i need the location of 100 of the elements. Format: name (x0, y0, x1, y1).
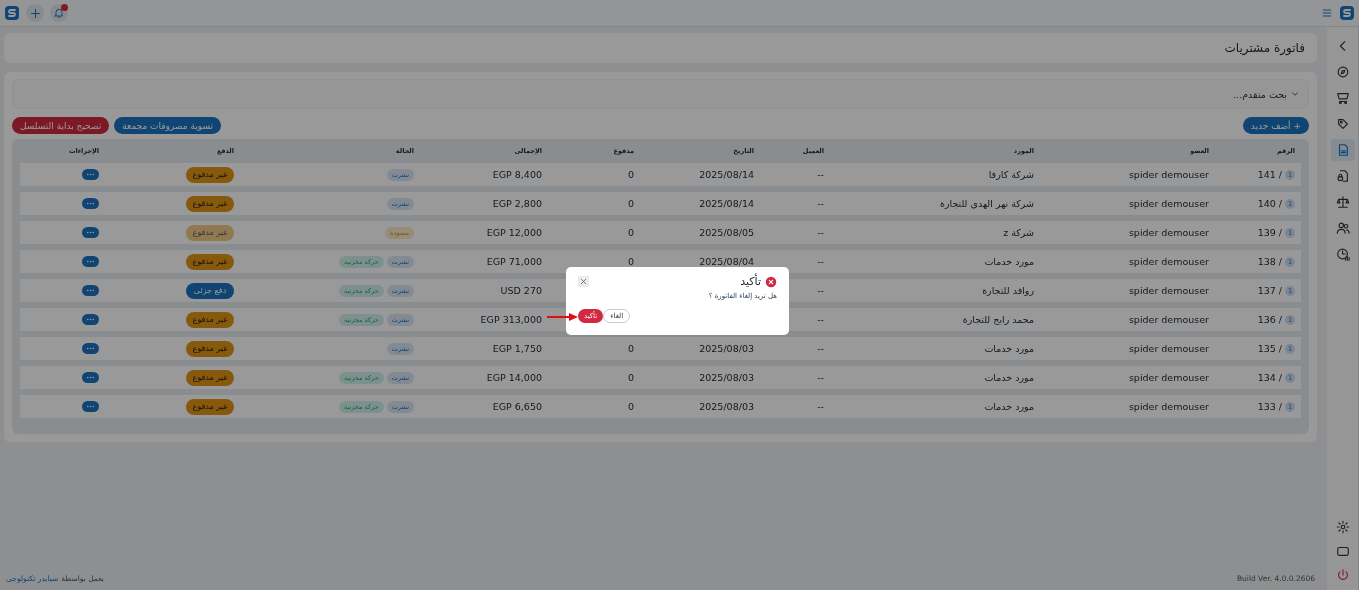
table-cell: -- (817, 372, 824, 383)
document-lock-icon (1335, 169, 1350, 183)
table-cell: شركة كارفا (988, 169, 1034, 180)
page-title: فاتورة مشتريات (4, 33, 1317, 63)
bell-icon (53, 7, 65, 19)
close-icon (579, 277, 588, 286)
payment-status[interactable]: دفع جزئى (186, 282, 234, 299)
table-cell: -- (817, 227, 824, 238)
action-button[interactable]: تسوية مصروفات مجمعة (114, 117, 221, 134)
table-cell: -- (817, 256, 824, 267)
table-cell: EGP 14,000 (486, 372, 542, 383)
table-cell: 0 (627, 169, 634, 180)
payment-status[interactable]: غير مدفوع (186, 369, 234, 386)
chart-clock-icon (1335, 247, 1350, 261)
table-cell: شركة نهر الهدى للتجارة (940, 198, 1034, 209)
table-cell: -- (817, 343, 824, 354)
table-cell: USD 270 (500, 285, 542, 296)
logo-icon (4, 5, 20, 21)
payment-status[interactable]: غير مدفوع (186, 398, 234, 415)
table-cell: EGP 12,000 (486, 227, 542, 238)
more-button[interactable] (82, 314, 99, 325)
payment-status[interactable]: غير مدفوع (186, 253, 234, 270)
table-cell: spider demouser (1128, 198, 1209, 209)
power-icon (1335, 568, 1350, 582)
settings-icon (1335, 520, 1350, 534)
table-cell: 2025/08/05 (699, 227, 754, 238)
more-button[interactable] (82, 372, 99, 383)
table-cell: 2025/08/14 (699, 198, 754, 209)
more-button[interactable] (82, 227, 99, 238)
invoice-number: 137 / (1257, 285, 1282, 296)
invoice-number: 133 / (1257, 401, 1282, 412)
table-cell: EGP 313,000 (480, 314, 542, 325)
add-new-button[interactable]: + أضف جديد (1242, 117, 1309, 134)
invoice-number: 134 / (1257, 372, 1282, 383)
scale-icon (1335, 195, 1350, 209)
table-cell: spider demouser (1128, 401, 1209, 412)
close-button[interactable] (578, 276, 589, 287)
table-cell: مورد خدمات (984, 256, 1034, 267)
table-cell: مورد خدمات (984, 401, 1034, 412)
tags-icon (1335, 117, 1350, 131)
table-cell: مورد خدمات (984, 343, 1034, 354)
table-cell: 2025/08/03 (699, 343, 754, 354)
table-cell: 0 (627, 343, 634, 354)
table-cell: 2025/08/03 (699, 372, 754, 383)
more-button[interactable] (82, 198, 99, 209)
menu-icon (1321, 7, 1333, 19)
table-cell: 0 (627, 227, 634, 238)
table-cell: 0 (627, 372, 634, 383)
invoice-number: 136 / (1257, 314, 1282, 325)
table-cell: spider demouser (1128, 285, 1209, 296)
table-cell: EGP 2,800 (492, 198, 542, 209)
table-cell: 0 (627, 198, 634, 209)
payment-status[interactable]: غير مدفوع (186, 340, 234, 357)
table-cell: شركة z (1003, 227, 1034, 238)
error-icon (765, 275, 777, 288)
table-cell: spider demouser (1128, 227, 1209, 238)
window-icon (1335, 544, 1350, 558)
more-button[interactable] (82, 169, 99, 180)
more-button[interactable] (82, 401, 99, 412)
action-button[interactable]: تصحيح بداية التسلسل (12, 117, 110, 134)
invoice-number: 140 / (1257, 198, 1282, 209)
users-icon (1335, 221, 1350, 235)
invoice-number: 141 / (1257, 169, 1282, 180)
table-cell: روافد للتجارة (982, 285, 1034, 296)
advanced-search-toggle[interactable]: بحث متقدم... (12, 79, 1309, 109)
payment-status[interactable]: غير مدفوع (186, 195, 234, 212)
table-cell: -- (817, 401, 824, 412)
payment-status[interactable]: غير مدفوع (186, 224, 234, 241)
invoice-number: 138 / (1257, 256, 1282, 267)
more-button[interactable] (82, 256, 99, 267)
table-cell: spider demouser (1128, 256, 1209, 267)
table-cell: spider demouser (1128, 314, 1209, 325)
invoice-number: 139 / (1257, 227, 1282, 238)
table-cell: -- (817, 285, 824, 296)
table-cell: -- (817, 198, 824, 209)
table-cell: EGP 6,650 (492, 401, 542, 412)
pointer-arrow (547, 313, 578, 321)
logo-icon (1339, 5, 1355, 21)
table-cell: spider demouser (1128, 343, 1209, 354)
table-cell: 2025/08/14 (699, 169, 754, 180)
sidebar-item[interactable] (1330, 139, 1355, 161)
payment-status[interactable]: غير مدفوع (186, 311, 234, 328)
table-cell: -- (817, 169, 824, 180)
more-button[interactable] (82, 343, 99, 354)
table-cell: 2025/08/03 (699, 401, 754, 412)
table-cell: EGP 8,400 (492, 169, 542, 180)
notifications-button[interactable] (50, 4, 68, 22)
payment-status[interactable]: غير مدفوع (186, 166, 234, 183)
table-cell: -- (817, 314, 824, 325)
compass-icon (1335, 65, 1350, 79)
add-button[interactable] (26, 4, 44, 22)
invoice-number: 135 / (1257, 343, 1282, 354)
table-cell: 2025/08/04 (699, 256, 754, 267)
dialog-title: تأكيد (740, 275, 761, 288)
more-button[interactable] (82, 285, 99, 296)
chevron-down-icon (1290, 89, 1300, 99)
table-cell: محمد رابح للتجارة (962, 314, 1034, 325)
plus-icon (28, 6, 42, 20)
table-cell: EGP 1,750 (492, 343, 542, 354)
table-cell: spider demouser (1128, 169, 1209, 180)
